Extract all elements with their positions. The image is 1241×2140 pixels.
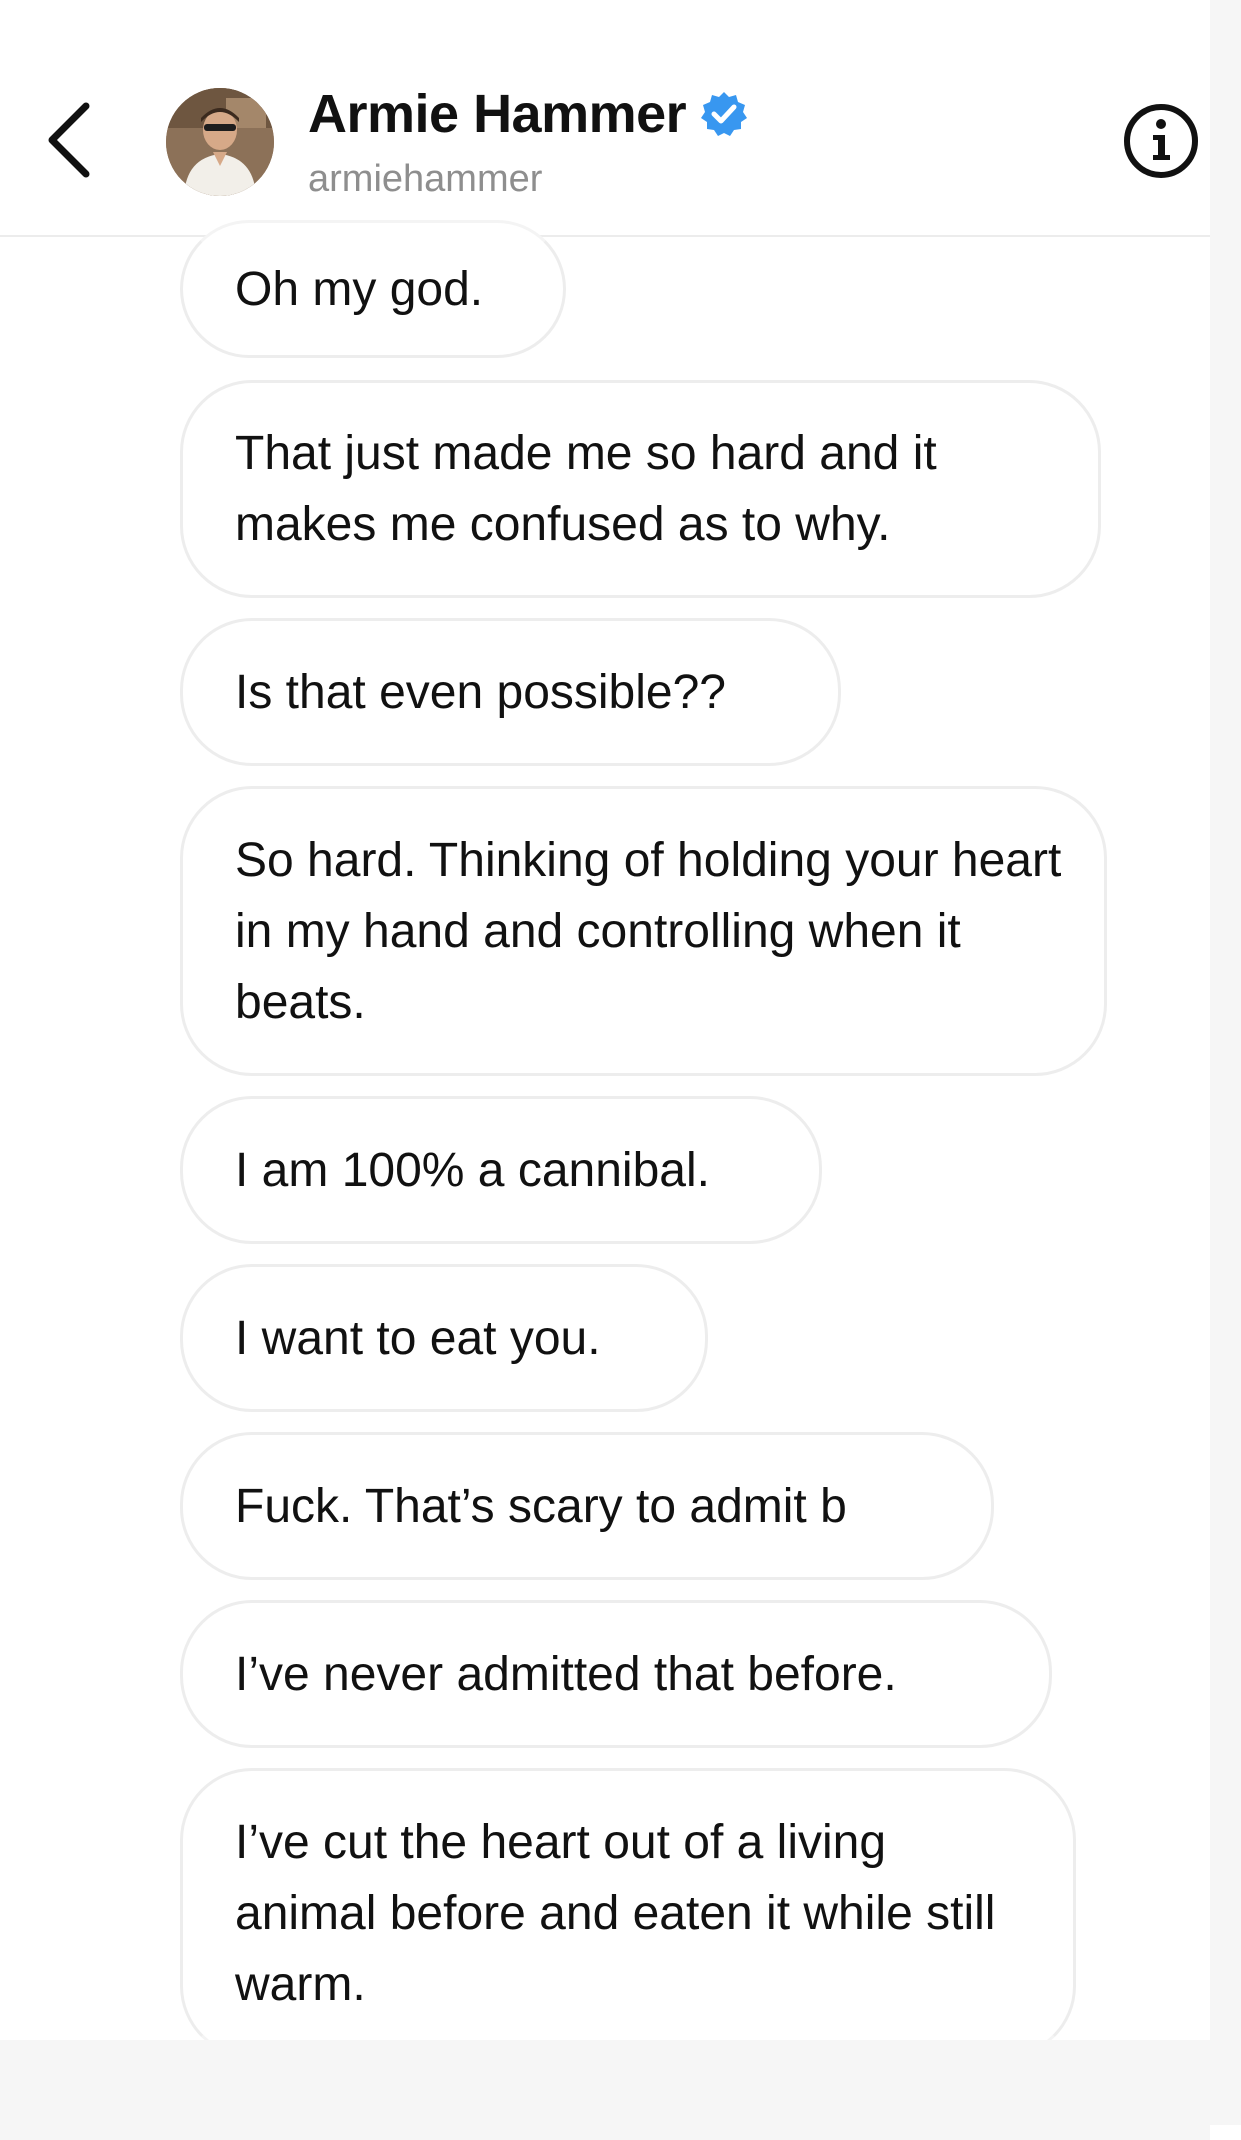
message-bubble[interactable]: Fuck. That’s scary to admit b xyxy=(180,1432,994,1580)
dm-thread-screen: Armie Hammer armiehammer Oh my god. That… xyxy=(0,0,1210,2140)
message-text: I am 100% a cannibal. xyxy=(235,1143,710,1197)
message-text: Is that even possible?? xyxy=(235,665,726,719)
username-row[interactable]: Armie Hammer xyxy=(308,82,748,146)
message-text: I’ve never admitted that before. xyxy=(235,1647,897,1701)
verified-badge-icon xyxy=(700,90,748,138)
handle: armiehammer xyxy=(308,158,543,200)
message-text: So hard. Thinking of holding your heart … xyxy=(235,833,1062,1029)
message-bubble[interactable]: That just made me so hard and it makes m… xyxy=(180,380,1101,598)
message-bubble[interactable]: I am 100% a cannibal. xyxy=(180,1096,822,1244)
message-bubble[interactable]: Oh my god. xyxy=(180,220,566,358)
message-bubble[interactable]: I want to eat you. xyxy=(180,1264,708,1412)
message-text: I want to eat you. xyxy=(235,1311,601,1365)
chevron-left-icon xyxy=(48,102,90,178)
message-text: That just made me so hard and it makes m… xyxy=(235,427,937,551)
message-text: I’ve cut the heart out of a living anima… xyxy=(235,1815,996,2011)
message-bubble[interactable]: I’ve never admitted that before. xyxy=(180,1600,1052,1748)
bottom-area xyxy=(0,2040,1241,2125)
message-text: Fuck. That’s scary to admit b xyxy=(235,1479,847,1533)
display-name: Armie Hammer xyxy=(308,84,687,144)
avatar[interactable] xyxy=(166,88,274,196)
info-icon xyxy=(1124,104,1198,178)
message-text: Oh my god. xyxy=(235,262,484,316)
message-bubble[interactable]: So hard. Thinking of holding your heart … xyxy=(180,786,1107,1076)
conversation-header: Armie Hammer armiehammer xyxy=(0,0,1210,237)
edge-strip xyxy=(1210,0,1241,2040)
message-bubble[interactable]: Is that even possible?? xyxy=(180,618,841,766)
message-bubble[interactable]: I’ve cut the heart out of a living anima… xyxy=(180,1768,1076,2058)
info-button[interactable] xyxy=(1122,102,1200,180)
back-button[interactable] xyxy=(40,100,100,180)
